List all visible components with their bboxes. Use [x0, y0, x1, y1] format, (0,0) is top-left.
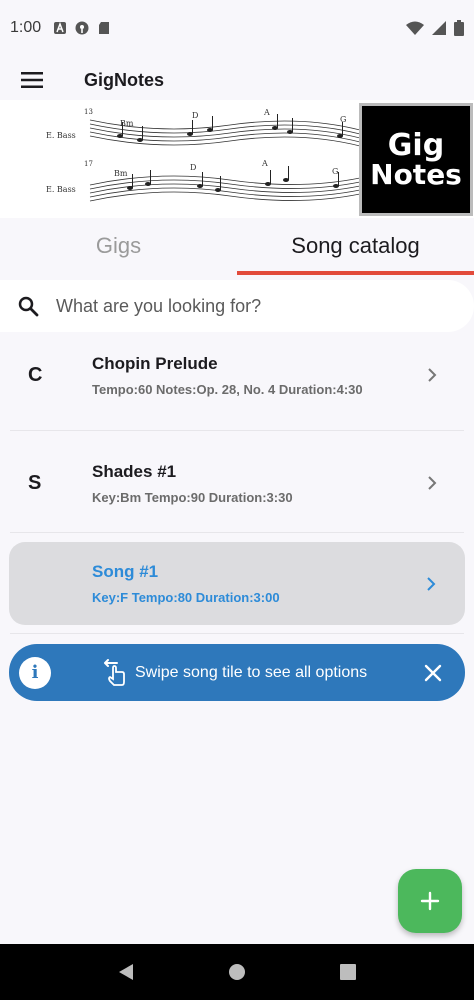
gignotes-logo: Gig Notes — [359, 103, 473, 216]
add-song-button[interactable] — [398, 869, 462, 933]
list-divider — [10, 430, 464, 431]
chord-bottom-1: Bm — [114, 169, 128, 178]
sheet-music-image: E. Bass 13 Bm D A G E. Bass 17 Bm D A G — [46, 108, 360, 202]
song-meta: Key:F Tempo:80 Duration:3:00 — [92, 590, 280, 605]
a-icon — [54, 21, 67, 34]
search-input[interactable] — [56, 295, 436, 317]
recents-icon[interactable] — [339, 963, 357, 981]
app-bar: GigNotes — [0, 56, 474, 104]
song-meta: Key:Bm Tempo:90 Duration:3:30 — [92, 489, 293, 505]
chevron-right-icon[interactable] — [411, 576, 451, 592]
song-title: Shades #1 — [92, 461, 177, 481]
chord-top-2: D — [192, 111, 198, 120]
swipe-gesture-icon — [104, 658, 125, 686]
tab-bar: Gigs Song catalog — [0, 218, 474, 274]
search-icon — [18, 296, 39, 317]
status-bar: 1:00 — [0, 0, 474, 56]
menu-button[interactable] — [0, 56, 64, 104]
battery-icon — [454, 20, 464, 36]
list-divider — [10, 532, 464, 533]
plus-icon — [420, 891, 440, 911]
tab-song-catalog[interactable]: Song catalog — [237, 218, 474, 274]
sd-card-icon — [99, 22, 110, 34]
menu-icon — [21, 72, 43, 88]
system-navigation-bar — [0, 944, 474, 1000]
snackbar-message: Swipe song tile to see all options — [135, 663, 368, 681]
info-icon: i — [19, 656, 51, 689]
song-index-letter: S — [28, 471, 42, 494]
measure-number-bottom: 17 — [84, 160, 93, 168]
chord-bottom-2: D — [190, 163, 196, 172]
hint-snackbar: i Swipe song tile to see all options — [9, 644, 465, 701]
close-icon — [424, 664, 442, 681]
app-title: GigNotes — [84, 69, 165, 90]
chord-top-3: A — [263, 108, 270, 117]
back-icon[interactable] — [117, 963, 135, 981]
song-list-item-selected[interactable]: Song #1 Key:F Tempo:80 Duration:3:00 — [9, 542, 465, 625]
home-icon[interactable] — [228, 963, 246, 981]
status-time: 1:00 — [10, 19, 42, 36]
search-bar — [0, 280, 474, 332]
song-list-item[interactable]: S Shades #1 Key:Bm Tempo:90 Duration:3:3… — [0, 438, 474, 528]
instrument-label-top: E. Bass — [46, 131, 76, 140]
logo-line-2: Notes — [370, 157, 462, 191]
tab-active-indicator — [237, 271, 474, 275]
logo-line-1: Gig — [387, 127, 445, 163]
tab-gigs[interactable]: Gigs — [0, 218, 237, 274]
chord-top-1: Bm — [120, 119, 134, 128]
signal-icon — [432, 21, 446, 35]
chevron-right-icon[interactable] — [412, 475, 452, 491]
song-list-item[interactable]: C Chopin Prelude Tempo:60 Notes:Op. 28, … — [0, 330, 474, 420]
song-meta: Tempo:60 Notes:Op. 28, No. 4 Duration:4:… — [92, 381, 363, 397]
song-title: Chopin Prelude — [92, 353, 218, 373]
song-index-letter: C — [28, 363, 43, 386]
chord-bottom-4: G — [332, 167, 338, 176]
podcast-icon — [75, 21, 89, 35]
measure-number-top: 13 — [84, 108, 93, 116]
chord-top-4: G — [340, 115, 346, 124]
close-button[interactable] — [417, 657, 449, 689]
song-title: Song #1 — [92, 562, 159, 581]
wifi-icon — [406, 21, 424, 35]
instrument-label-bottom: E. Bass — [46, 185, 76, 194]
chord-bottom-3: A — [261, 159, 268, 168]
chevron-right-icon[interactable] — [412, 367, 452, 383]
list-divider — [10, 633, 464, 634]
